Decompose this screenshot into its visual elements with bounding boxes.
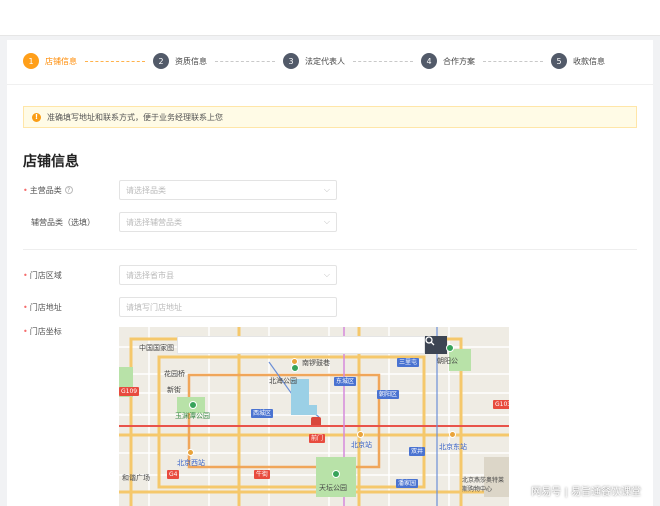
map-label: 花园桥 <box>164 370 185 378</box>
map-park-pin <box>446 344 454 352</box>
divider <box>7 84 653 85</box>
notice-banner: ! 准确填写地址和联系方式，便于业务经理联系上您 <box>23 106 637 128</box>
step-2-number: 2 <box>153 53 169 69</box>
step-1[interactable]: 1 店铺信息 <box>23 53 153 69</box>
step-1-label: 店铺信息 <box>45 56 77 66</box>
step-connector <box>353 60 413 62</box>
map-poi-pin <box>357 431 364 438</box>
required-mark: • <box>23 302 28 312</box>
secondary-category-select[interactable]: 请选择辅营品类 ⌵ <box>119 212 337 232</box>
section-title: 店铺信息 <box>23 154 79 170</box>
address-label: • 门店地址 <box>23 302 119 313</box>
map-label: 玉渊潭公园 <box>175 412 210 420</box>
region-placeholder: 请选择省市县 <box>126 270 174 280</box>
map-park-pin <box>332 470 340 478</box>
step-connector <box>215 60 275 62</box>
step-5-number: 5 <box>551 53 567 69</box>
help-icon[interactable]: ? <box>64 186 73 194</box>
step-connector <box>483 60 543 62</box>
map-label: 三里屯 <box>397 358 420 367</box>
address-placeholder: 请填写门店地址 <box>126 302 182 312</box>
map-view[interactable]: 中国国家图 南锣鼓巷 三里屯 朝阳公 花园桥 北海公园 新街 东城区 朝阳区 G… <box>119 327 509 506</box>
map-poi-pin <box>187 449 194 456</box>
top-bar <box>0 0 660 36</box>
step-2[interactable]: 2 资质信息 <box>153 53 283 69</box>
map-label: 南锣鼓巷 <box>302 359 330 367</box>
step-1-number: 1 <box>23 53 39 69</box>
map-label: 北京燕莎奥特莱斯购物中心 <box>462 477 505 493</box>
step-4[interactable]: 4 合作方案 <box>421 53 551 69</box>
watermark: 网易号 | 易旨通餐饮课堂 <box>531 487 641 498</box>
main-category-label: • 主营品类 ? <box>23 185 119 196</box>
step-4-label: 合作方案 <box>443 56 475 66</box>
region-select[interactable]: 请选择省市县 ⌵ <box>119 265 337 285</box>
coords-label-text: 门店坐标 <box>29 326 62 336</box>
search-icon <box>425 336 435 346</box>
main-category-row: • 主营品类 ? 请选择品类 ⌵ <box>23 180 337 200</box>
step-3-label: 法定代表人 <box>305 56 345 66</box>
form-card: 1 店铺信息 2 资质信息 3 法定代表人 4 合作方案 5 收款信息 ! 准确… <box>7 40 653 506</box>
step-3-number: 3 <box>283 53 299 69</box>
chevron-down-icon: ⌵ <box>323 270 330 279</box>
map-label: 北京西站 <box>177 459 205 467</box>
main-category-placeholder: 请选择品类 <box>126 185 166 195</box>
step-connector <box>85 60 145 62</box>
secondary-category-row: 辅营品类（选填） 请选择辅营品类 ⌵ <box>23 212 337 232</box>
step-5[interactable]: 5 收款信息 <box>551 53 605 69</box>
map-road-sign: G109 <box>119 387 140 396</box>
map-label: 西城区 <box>251 409 274 418</box>
map-poi-pin <box>449 431 456 438</box>
required-mark: • <box>23 326 28 336</box>
map-label: 东城区 <box>334 377 357 386</box>
secondary-category-label: 辅营品类（选填） <box>23 217 119 228</box>
step-3[interactable]: 3 法定代表人 <box>283 53 421 69</box>
map-label: 北京站 <box>351 441 372 449</box>
map-label: 天坛公园 <box>319 484 347 492</box>
map-label: 前门 <box>309 434 326 443</box>
chevron-down-icon: ⌵ <box>323 185 330 194</box>
step-4-number: 4 <box>421 53 437 69</box>
coords-label: • 门店坐标 <box>23 326 119 337</box>
step-progress: 1 店铺信息 2 资质信息 3 法定代表人 4 合作方案 5 收款信息 <box>23 52 623 70</box>
map-label: 新街 <box>167 386 181 394</box>
map-label: 和谐广场 <box>122 474 150 482</box>
main-category-label-text: 主营品类 <box>29 185 62 195</box>
map-label: 北京东站 <box>439 443 467 451</box>
map-label: 朝阳公 <box>437 357 458 365</box>
region-row: • 门店区域 请选择省市县 ⌵ <box>23 265 337 285</box>
map-label: 潘家园 <box>396 479 419 488</box>
address-input[interactable]: 请填写门店地址 <box>119 297 337 317</box>
map-label: 朝阳区 <box>377 390 400 399</box>
required-mark: • <box>23 185 28 195</box>
map-label: 牛街 <box>254 470 271 479</box>
region-label-text: 门店区域 <box>29 270 62 280</box>
step-5-label: 收款信息 <box>573 56 605 66</box>
step-2-label: 资质信息 <box>175 56 207 66</box>
address-label-text: 门店地址 <box>29 302 62 312</box>
secondary-category-label-text: 辅营品类（选填） <box>31 217 95 227</box>
map-park-pin <box>189 401 197 409</box>
notice-text: 准确填写地址和联系方式，便于业务经理联系上您 <box>47 112 223 122</box>
address-row: • 门店地址 请填写门店地址 <box>23 297 337 317</box>
map-location-marker <box>311 417 321 425</box>
region-label: • 门店区域 <box>23 270 119 281</box>
main-category-select[interactable]: 请选择品类 ⌵ <box>119 180 337 200</box>
section-divider <box>23 249 637 250</box>
map-label: 双井 <box>409 447 426 456</box>
secondary-category-placeholder: 请选择辅营品类 <box>126 217 182 227</box>
map-search-button[interactable] <box>425 336 447 354</box>
map-road-sign: G4 <box>167 470 180 479</box>
map-park-pin <box>291 364 299 372</box>
map-label: 中国国家图 <box>139 344 174 352</box>
chevron-down-icon: ⌵ <box>323 217 330 226</box>
required-mark: • <box>23 270 28 280</box>
map-road-sign: G103 <box>493 400 509 409</box>
map-label: 北海公园 <box>269 377 297 385</box>
info-icon: ! <box>32 112 41 122</box>
coords-row: • 门店坐标 <box>23 324 119 338</box>
map-search-input[interactable] <box>177 336 425 354</box>
